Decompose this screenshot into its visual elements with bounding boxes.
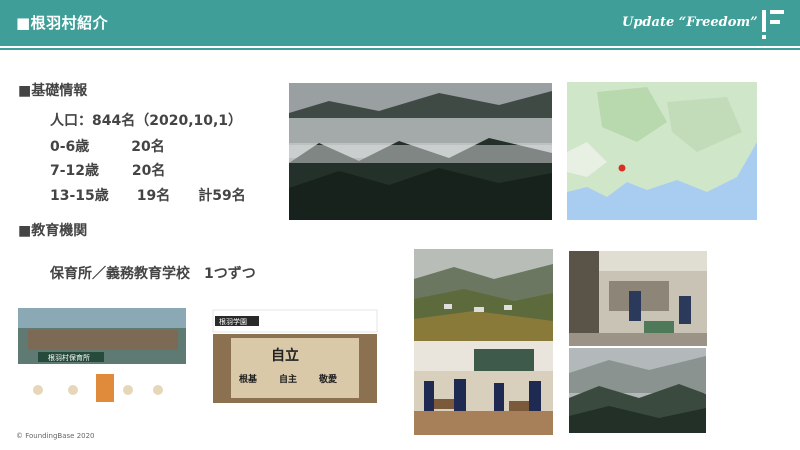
misty-forest-photo: [289, 83, 552, 220]
age-0-6-line: 0-6歳 20名: [50, 139, 165, 155]
nursery-sign: 根羽村保育所: [48, 353, 90, 362]
school-motto: 自立: [271, 347, 299, 364]
education-heading: ■教育機関: [18, 223, 88, 239]
location-map: [567, 82, 757, 220]
slide-title: ■根羽村紹介: [16, 14, 109, 32]
map-pin-icon: [618, 164, 626, 172]
classroom-photo: [414, 341, 553, 435]
school-website-screenshot: 根羽学園 自立 根基 自主 敬愛: [211, 308, 379, 405]
school-word-3: 敬愛: [318, 373, 337, 385]
tagline: Update “Freedom”: [622, 15, 758, 30]
education-line: 保育所／義務教育学校 1つずつ: [50, 266, 256, 282]
population-line: 人口：844名（2020,10,1）: [50, 113, 243, 129]
nursery-website-screenshot: 根羽村保育所: [18, 308, 186, 405]
school-word-1: 根基: [239, 373, 258, 385]
age-7-12-line: 7-12歳 20名: [50, 163, 166, 179]
age-13-15-line: 13-15歳 19名 計59名: [50, 188, 246, 204]
school-banner: 根羽学園: [219, 317, 247, 326]
header-divider: [0, 48, 800, 50]
workshop-photo: [569, 251, 707, 346]
school-word-2: 自主: [279, 373, 297, 385]
village-valley-photo: [414, 249, 553, 341]
basic-info-heading: ■基礎情報: [18, 83, 88, 99]
brand-logo-icon: [762, 10, 784, 39]
misty-hills-photo: [569, 348, 706, 433]
copyright: © FoundingBase 2020: [16, 432, 95, 440]
